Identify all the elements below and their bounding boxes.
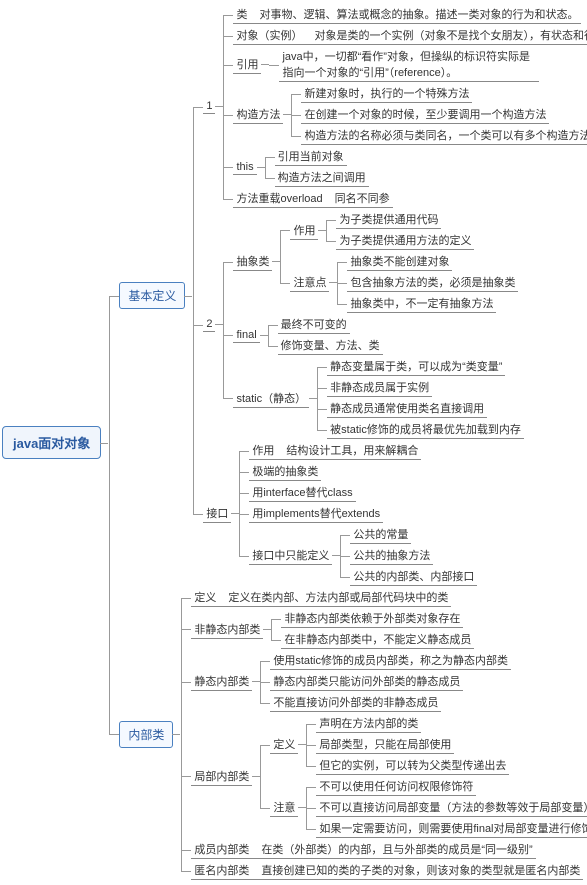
leaf-ctor-3: 构造方法的名称必须与类同名，一个类可以有多个构造方法 bbox=[301, 125, 587, 146]
leaf-final-1: 最终不可变的 bbox=[278, 314, 383, 335]
leaf-iface-only-1: 公共的常量 bbox=[350, 524, 477, 545]
leaf-static-1: 静态变量属于类，可以成为“类变量” bbox=[327, 356, 524, 377]
leaf-class: 类对事物、逻辑、算法或概念的抽象。描述一类对象的行为和状态。 bbox=[233, 4, 587, 25]
mindmap-tree: java面对对象 基本定义 1 类对事物、逻辑、算法或概念的抽象。描述一类对象的… bbox=[2, 4, 585, 881]
leaf-staticinner-3: 不能直接访问外部类的非静态成员 bbox=[270, 692, 511, 713]
leaf-local-note-2: 不可以直接访问局部变量（方法的参数等效于局部变量） bbox=[316, 797, 587, 818]
local-note-label: 注意 bbox=[270, 798, 298, 817]
leaf-final-2: 修饰变量、方法、类 bbox=[278, 335, 383, 356]
leaf-abs-use-2: 为子类提供通用方法的定义 bbox=[336, 230, 474, 251]
leaf-abs-note-2: 包含抽象方法的类，必须是抽象类 bbox=[347, 272, 518, 293]
leaf-iface-only-2: 公共的抽象方法 bbox=[350, 545, 477, 566]
nonstatic-inner-label: 非静态内部类 bbox=[191, 620, 263, 639]
final-label: final bbox=[233, 328, 259, 343]
overload-val: 同名不同参 bbox=[335, 190, 390, 206]
leaf-nonstatic-1: 非静态内部类依赖于外部类对象存在 bbox=[281, 608, 474, 629]
root-node: java面对对象 基本定义 1 类对事物、逻辑、算法或概念的抽象。描述一类对象的… bbox=[2, 4, 585, 881]
node-local-inner: 局部内部类 定义 声明在方法内部的类 局部类型，只能在局部使用 但它的实例，可以… bbox=[191, 713, 587, 839]
leaf-ctor-2: 在创建一个对象的时候，至少要调用一个构造方法 bbox=[301, 104, 587, 125]
leaf-iface-2: 用interface替代class bbox=[249, 482, 477, 503]
node-local-def: 定义 声明在方法内部的类 局部类型，只能在局部使用 但它的实例，可以转为父类型传… bbox=[270, 713, 587, 776]
leaf-iface-1: 极端的抽象类 bbox=[249, 461, 477, 482]
this-label: this bbox=[233, 160, 256, 175]
leaf-this-2: 构造方法之间调用 bbox=[275, 167, 369, 188]
local-def-label: 定义 bbox=[270, 735, 298, 754]
leaf-anon-inner: 匿名内部类直接创建已知的类的子类的对象，则该对象的类型就是匿名内部类 bbox=[191, 860, 587, 881]
leaf-local-note-1: 不可以使用任何访问权限修饰符 bbox=[316, 776, 587, 797]
node-abstract: 抽象类 作用 为子类提供通用代码 为子类提供通用方法的定义 注意点 抽象类不能创… bbox=[233, 209, 523, 314]
leaf-iface-use: 作用结构设计工具，用来解耦合 bbox=[249, 440, 477, 461]
leaf-overload: 方法重载overload 同名不同参 bbox=[233, 188, 587, 209]
leaf-reference-desc: java中，一切都“看作”对象，但操纵的标识符实际是指向一个对象的“引用”（re… bbox=[279, 46, 539, 83]
node-reference: 引用 java中，一切都“看作”对象，但操纵的标识符实际是指向一个对象的“引用”… bbox=[233, 46, 587, 83]
leaf-abs-note-1: 抽象类不能创建对象 bbox=[347, 251, 518, 272]
branch-basic-def: 基本定义 1 类对事物、逻辑、算法或概念的抽象。描述一类对象的行为和状态。 对象… bbox=[119, 4, 587, 587]
leaf-abs-note-3: 抽象类中，不一定有抽象方法 bbox=[347, 293, 518, 314]
leaf-member-inner: 成员内部类在类（外部类）的内部，且与外部类的成员是“同一级别” bbox=[191, 839, 587, 860]
leaf-nonstatic-2: 在非静态内部类中，不能定义静态成员 bbox=[281, 629, 474, 650]
object-key: 对象（实例） bbox=[236, 27, 302, 43]
leaf-staticinner-1: 使用static修饰的成员内部类，称之为静态内部类 bbox=[270, 650, 511, 671]
root-label: java面对对象 bbox=[2, 426, 101, 459]
leaf-inner-def: 定义定义在类内部、方法内部或局部代码块中的类 bbox=[191, 587, 587, 608]
abs-note-label: 注意点 bbox=[290, 273, 329, 292]
node-this: this 引用当前对象 构造方法之间调用 bbox=[233, 146, 587, 188]
branch-inner-class: 内部类 定义定义在类内部、方法内部或局部代码块中的类 非静态内部类 非静态内部类… bbox=[119, 587, 587, 881]
branch-basic-def-label: 基本定义 bbox=[119, 282, 185, 309]
leaf-object: 对象（实例） 对象是类的一个实例（对象不是找个女朋友），有状态和行为。 bbox=[233, 25, 587, 46]
static-label: static（静态） bbox=[233, 389, 309, 408]
constructor-label: 构造方法 bbox=[233, 105, 283, 124]
node-static: static（静态） 静态变量属于类，可以成为“类变量” 非静态成员属于实例 静… bbox=[233, 356, 523, 440]
node-abs-use: 作用 为子类提供通用代码 为子类提供通用方法的定义 bbox=[290, 209, 518, 251]
local-inner-label: 局部内部类 bbox=[191, 767, 252, 786]
reference-label: 引用 bbox=[233, 55, 261, 74]
static-inner-label: 静态内部类 bbox=[191, 672, 252, 691]
iface-only-label: 接口中只能定义 bbox=[249, 546, 332, 565]
overload-key: 方法重载overload bbox=[236, 190, 322, 206]
leaf-iface-3: 用implements替代extends bbox=[249, 503, 477, 524]
leaf-ctor-1: 新建对象时，执行的一个特殊方法 bbox=[301, 83, 587, 104]
leaf-this-1: 引用当前对象 bbox=[275, 146, 369, 167]
abstract-label: 抽象类 bbox=[233, 252, 272, 271]
leaf-static-3: 静态成员通常使用类名直接调用 bbox=[327, 398, 524, 419]
leaf-local-note-3: 如果一定需要访问，则需要使用final对局部变量进行修饰 bbox=[316, 818, 587, 839]
class-val: 对事物、逻辑、算法或概念的抽象。描述一类对象的行为和状态。 bbox=[259, 6, 578, 22]
leaf-static-4: 被static修饰的成员将最优先加载到内存 bbox=[327, 419, 524, 440]
node-static-inner: 静态内部类 使用static修饰的成员内部类，称之为静态内部类 静态内部类只能访… bbox=[191, 650, 587, 713]
leaf-local-def-1: 声明在方法内部的类 bbox=[316, 713, 509, 734]
leaf-abs-use-1: 为子类提供通用代码 bbox=[336, 209, 474, 230]
interface-label: 接口 bbox=[203, 504, 231, 523]
node-abs-note: 注意点 抽象类不能创建对象 包含抽象方法的类，必须是抽象类 抽象类中，不一定有抽… bbox=[290, 251, 518, 314]
leaf-static-2: 非静态成员属于实例 bbox=[327, 377, 524, 398]
leaf-local-def-3: 但它的实例，可以转为父类型传递出去 bbox=[316, 755, 509, 776]
abs-use-label: 作用 bbox=[290, 221, 318, 240]
node-2-label: 2 bbox=[203, 317, 215, 332]
object-val: 对象是类的一个实例（对象不是找个女朋友），有状态和行为。 bbox=[314, 27, 587, 43]
node-local-note: 注意 不可以使用任何访问权限修饰符 不可以直接访问局部变量（方法的参数等效于局部… bbox=[270, 776, 587, 839]
reference-desc: java中，一切都“看作”对象，但操纵的标识符实际是指向一个对象的“引用”（re… bbox=[279, 47, 539, 82]
leaf-iface-only-3: 公共的内部类、内部接口 bbox=[350, 566, 477, 587]
node-iface-only: 接口中只能定义 公共的常量 公共的抽象方法 公共的内部类、内部接口 bbox=[249, 524, 477, 587]
node-interface: 接口 作用结构设计工具，用来解耦合 极端的抽象类 用interface替代cla… bbox=[203, 440, 587, 587]
node-final: final 最终不可变的 修饰变量、方法、类 bbox=[233, 314, 523, 356]
node-1-label: 1 bbox=[203, 99, 215, 114]
branch-inner-class-label: 内部类 bbox=[119, 721, 173, 748]
leaf-staticinner-2: 静态内部类只能访问外部类的静态成员 bbox=[270, 671, 511, 692]
leaf-local-def-2: 局部类型，只能在局部使用 bbox=[316, 734, 509, 755]
node-2: 2 抽象类 作用 为子类提供通用代码 为子类提供通用方法的定义 注意点 抽象类不… bbox=[203, 209, 587, 440]
node-constructor: 构造方法 新建对象时，执行的一个特殊方法 在创建一个对象的时候，至少要调用一个构… bbox=[233, 83, 587, 146]
node-nonstatic-inner: 非静态内部类 非静态内部类依赖于外部类对象存在 在非静态内部类中，不能定义静态成… bbox=[191, 608, 587, 650]
node-1: 1 类对事物、逻辑、算法或概念的抽象。描述一类对象的行为和状态。 对象（实例）对… bbox=[203, 4, 587, 209]
class-key: 类 bbox=[236, 6, 247, 22]
